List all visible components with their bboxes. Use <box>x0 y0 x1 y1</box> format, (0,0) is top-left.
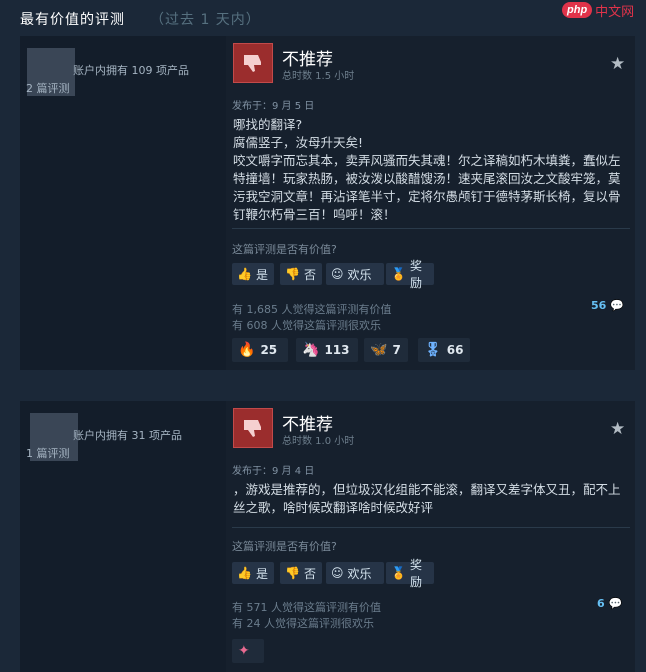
award-button[interactable]: 🏅 奖励 <box>386 259 434 290</box>
vote-funny-button[interactable]: ☺ 欢乐 <box>326 562 384 584</box>
smiley-icon: ☺ <box>331 566 344 580</box>
watermark-logo: php 中文网 <box>562 0 634 20</box>
thumbs-up-icon: 👍 <box>237 267 252 281</box>
thumbs-down-icon: 👎 <box>285 267 300 281</box>
award-icon: 🏅 <box>391 267 406 281</box>
vote-yes-button[interactable]: 👍 是 <box>232 263 274 285</box>
vote-no-button[interactable]: 👎 否 <box>280 562 322 584</box>
smiley-icon: ☺ <box>331 267 344 281</box>
review-count[interactable]: 1 篇评测 <box>26 445 70 461</box>
award-badge[interactable]: 🔥 25 <box>232 338 288 362</box>
award-badge[interactable]: 🎖 66 <box>418 338 470 362</box>
review-card: 账户内拥有 31 项产品 1 篇评测 不推荐 总时数 1.0 小时 ★ 发布于：… <box>20 401 635 672</box>
comment-count[interactable]: 56 💬 <box>591 299 624 312</box>
funny-count: 有 24 人觉得这篇评测很欢乐 <box>232 617 374 630</box>
divider <box>232 228 630 229</box>
comment-count[interactable]: 6 💬 <box>597 597 622 610</box>
comment-icon: 💬 <box>610 299 624 312</box>
vote-no-button[interactable]: 👎 否 <box>280 263 322 285</box>
star-icon[interactable]: ★ <box>610 419 625 439</box>
award-badge[interactable]: 🦄 113 <box>296 338 358 362</box>
owned-products[interactable]: 账户内拥有 31 项产品 <box>73 427 182 443</box>
golden-unicorn-icon: 🦄 <box>302 342 320 358</box>
thumbs-down-icon: 👎 <box>285 566 300 580</box>
tumbleweed-icon: 🔥 <box>238 342 256 358</box>
thumbs-down-icon[interactable] <box>233 408 273 448</box>
owned-products[interactable]: 账户内拥有 109 项产品 <box>73 62 189 78</box>
funny-count: 有 608 人觉得这篇评测很欢乐 <box>232 319 381 332</box>
review-text: 哪找的翻译? 腐儒竖子，汝母升天矣! 咬文嚼字而忘其本，卖弄风骚而失其魂！尔之译… <box>233 117 621 222</box>
hours-played: 总时数 1.0 小时 <box>282 436 355 447</box>
helpful-count: 有 1,685 人觉得这篇评测有价值 <box>232 303 392 316</box>
award-button[interactable]: 🏅 奖励 <box>386 558 434 589</box>
thumbs-up-icon: 👍 <box>237 566 252 580</box>
reviewer-panel: 账户内拥有 31 项产品 1 篇评测 <box>20 401 226 672</box>
section-timeframe: （过去 1 天内） <box>150 12 261 28</box>
hours-played: 总时数 1.5 小时 <box>282 71 355 82</box>
posted-date: 发布于：9 月 4 日 <box>232 466 315 477</box>
award-icon: 🏅 <box>391 566 406 580</box>
award-badge[interactable]: 🦋 7 <box>364 338 408 362</box>
award-small-icon: ✦ <box>238 643 250 659</box>
wings-icon: 🦋 <box>370 342 388 358</box>
helpful-count: 有 571 人觉得这篇评测有价值 <box>232 601 381 614</box>
thumbs-down-icon[interactable] <box>233 43 273 83</box>
review-count[interactable]: 2 篇评测 <box>26 80 70 96</box>
review-card: 账户内拥有 109 项产品 2 篇评测 不推荐 总时数 1.5 小时 ★ 发布于… <box>20 36 635 370</box>
medal-icon: 🎖 <box>424 342 442 358</box>
vote-funny-button[interactable]: ☺ 欢乐 <box>326 263 384 285</box>
comment-icon: 💬 <box>608 597 623 610</box>
star-icon[interactable]: ★ <box>610 54 625 74</box>
posted-date: 发布于：9 月 5 日 <box>232 101 315 112</box>
reviewer-panel: 账户内拥有 109 项产品 2 篇评测 <box>20 36 226 370</box>
section-title: 最有价值的评测 <box>20 12 125 28</box>
award-badge[interactable]: ✦ <box>232 639 264 663</box>
helpful-question: 这篇评测是否有价值? <box>232 243 337 256</box>
divider <box>232 527 630 528</box>
review-text: ，游戏是推荐的，但垃圾汉化组能不能滚，翻译又差字体又丑，配不上丝之歌，啥时候改翻… <box>233 482 621 515</box>
helpful-question: 这篇评测是否有价值? <box>232 540 337 553</box>
vote-yes-button[interactable]: 👍 是 <box>232 562 274 584</box>
section-header: 最有价值的评测 （过去 1 天内） php 中文网 <box>0 0 646 36</box>
